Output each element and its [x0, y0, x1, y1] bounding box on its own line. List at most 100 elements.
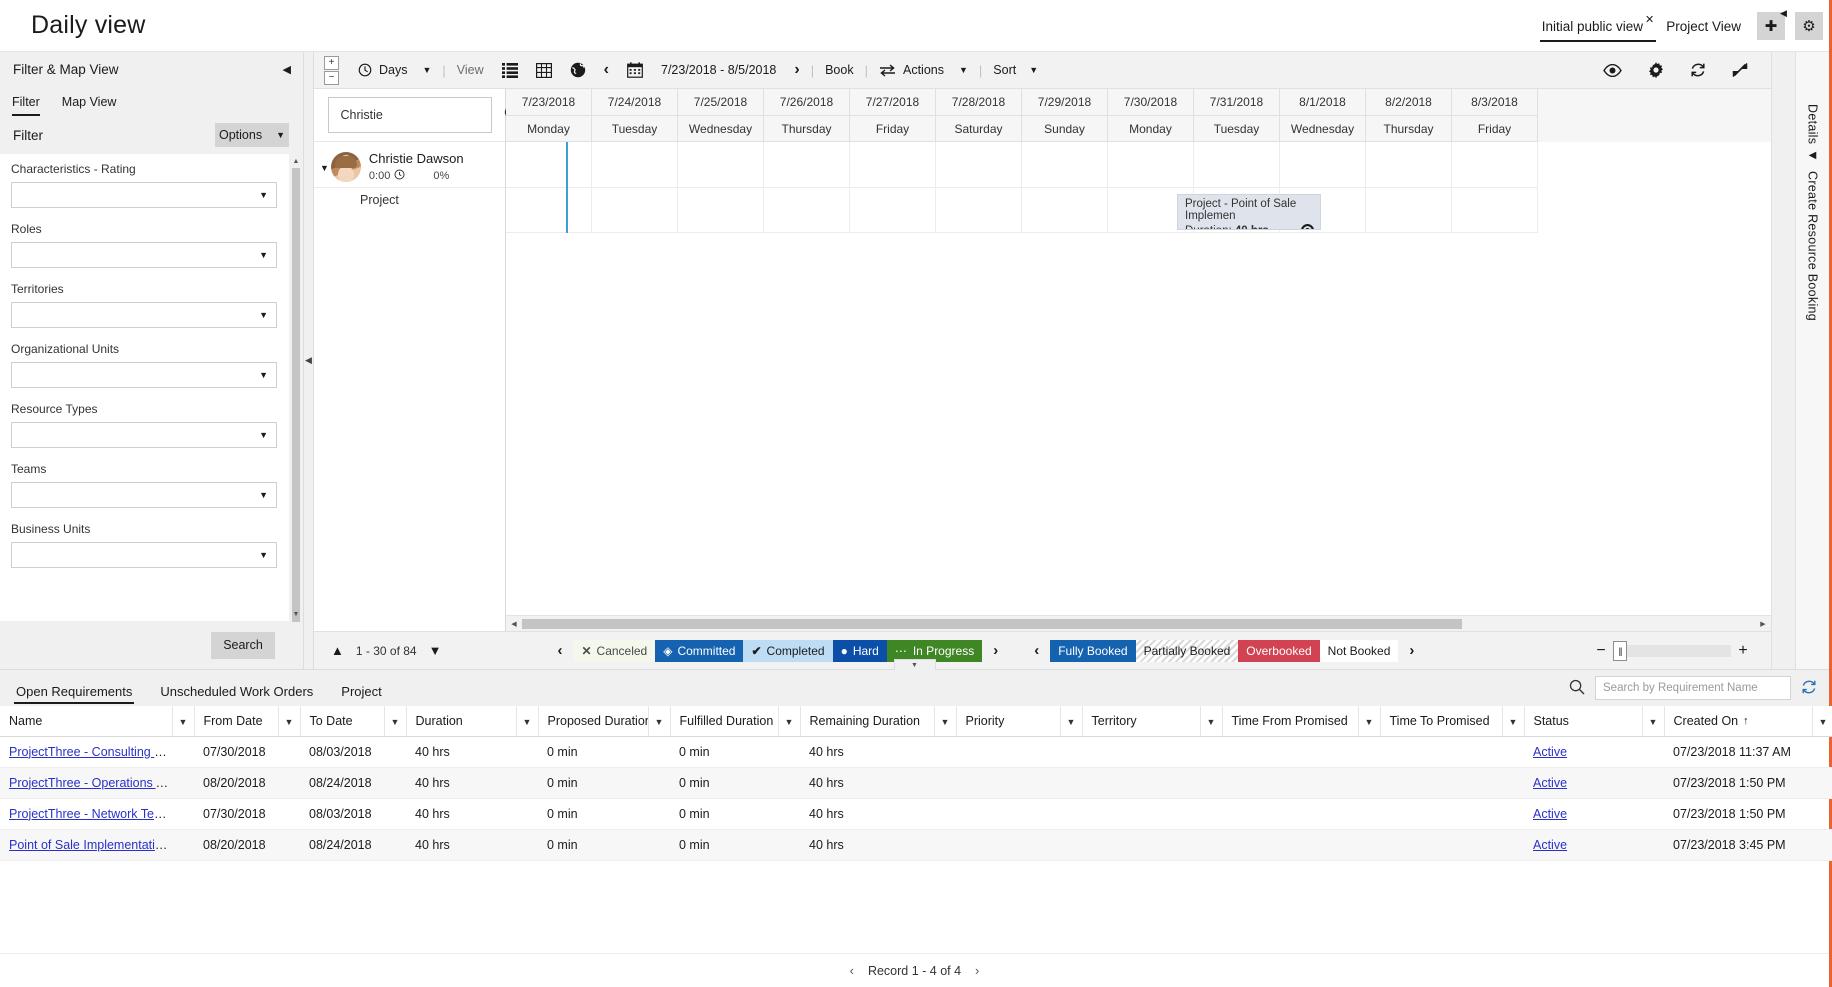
filter-icon[interactable]: ▼ [1642, 706, 1664, 736]
schedule-lane[interactable] [506, 142, 1771, 188]
legend-chip-committed[interactable]: ◈ Committed [655, 640, 743, 662]
expand-resource-icon[interactable]: ▼ [320, 163, 329, 173]
territories-select[interactable]: ▼ [11, 302, 277, 328]
status-link[interactable]: Active [1533, 745, 1567, 759]
previous-record-icon[interactable]: ‹ [850, 963, 854, 978]
schedule-cell[interactable] [850, 142, 936, 188]
roles-select[interactable]: ▼ [11, 242, 277, 268]
table-row[interactable]: ProjectThree - Operations Analyst 08/20/… [0, 767, 1832, 798]
col-time-to-promised[interactable]: Time To Promised [1380, 706, 1502, 736]
map-view-icon[interactable] [561, 52, 595, 89]
visibility-eye-icon[interactable] [1590, 52, 1635, 89]
create-resource-booking-label[interactable]: Create Resource Booking [1806, 171, 1820, 321]
resource-row[interactable]: ▼ Christie Dawson 0:00 0% [314, 142, 505, 188]
schedule-cell[interactable] [1022, 188, 1108, 233]
gear-icon[interactable]: ⚙ [1795, 12, 1823, 40]
zoom-out-button[interactable]: − [1589, 642, 1613, 660]
col-to-date[interactable]: To Date [300, 706, 384, 736]
details-label[interactable]: Details [1806, 104, 1820, 144]
tab-map-view[interactable]: Map View [62, 95, 117, 116]
options-button[interactable]: Options ▼ [215, 123, 289, 147]
table-row[interactable]: ProjectThree - Network Technician 07/30/… [0, 798, 1832, 829]
gear-icon[interactable] [1635, 52, 1677, 89]
scrollbar-track[interactable] [522, 616, 1755, 632]
scroll-right-icon[interactable]: ▶ [1755, 620, 1771, 628]
legend-chip-fully-booked[interactable]: Fully Booked [1050, 640, 1135, 662]
scrollbar-thumb[interactable] [292, 168, 300, 622]
schedule-cell[interactable] [1280, 142, 1366, 188]
schedule-cell[interactable] [764, 188, 850, 233]
collapse-bottom-panel-icon[interactable]: ▼ [894, 659, 936, 670]
page-up-icon[interactable]: ▲ [331, 643, 344, 658]
legend-chip-completed[interactable]: ✔ Completed [743, 640, 832, 662]
zoom-in-button[interactable]: + [1731, 642, 1755, 660]
characteristics-rating-select[interactable]: ▼ [11, 182, 277, 208]
cell-name[interactable]: ProjectThree - Network Technician [0, 798, 172, 829]
chevron-left-icon[interactable]: ◀ [1809, 150, 1817, 161]
zoom-slider[interactable]: || [1613, 645, 1731, 657]
filter-panel-scrollbar[interactable]: ▲ ▼ [289, 154, 303, 621]
requirement-search-input[interactable] [1595, 676, 1791, 700]
search-button[interactable]: Search [211, 632, 275, 659]
requirement-link[interactable]: ProjectThree - Network Technician [9, 807, 172, 821]
legend-chip-overbooked[interactable]: Overbooked [1238, 640, 1319, 662]
schedule-cell[interactable] [1022, 142, 1108, 188]
next-record-icon[interactable]: › [975, 963, 979, 978]
grid-view-icon[interactable] [527, 52, 561, 89]
col-time-from-promised[interactable]: Time From Promised [1222, 706, 1358, 736]
schedule-cell[interactable] [1108, 142, 1194, 188]
col-remaining-duration[interactable]: Remaining Duration [800, 706, 934, 736]
date-range-label[interactable]: 7/23/2018 - 8/5/2018 [652, 52, 785, 89]
filter-icon[interactable]: ▼ [1358, 706, 1380, 736]
days-dropdown[interactable]: Days ▼ [349, 52, 440, 89]
fullscreen-icon[interactable] [1719, 52, 1761, 89]
booking-legend-next-icon[interactable]: › [1398, 642, 1425, 659]
legend-prev-icon[interactable]: ‹ [546, 642, 573, 659]
panel-splitter[interactable]: ◀ [304, 52, 314, 669]
cell-status[interactable]: Active [1524, 767, 1642, 798]
schedule-cell[interactable] [1366, 188, 1452, 233]
organizational-units-select[interactable]: ▼ [11, 362, 277, 388]
tab-project[interactable]: Project [339, 670, 383, 706]
filter-icon[interactable]: ▼ [384, 706, 406, 736]
requirement-link[interactable]: ProjectThree - Operations Analyst [9, 776, 172, 790]
collapse-right-icon[interactable]: ◀ [1780, 8, 1787, 19]
page-down-icon[interactable]: ▼ [429, 643, 442, 658]
legend-chip-partially-booked[interactable]: Partially Booked [1136, 640, 1239, 662]
book-button[interactable]: Book [816, 52, 863, 89]
resource-search-box[interactable] [328, 97, 492, 133]
schedule-cell[interactable] [936, 142, 1022, 188]
filter-icon[interactable]: ▼ [1200, 706, 1222, 736]
cell-status[interactable]: Active [1524, 798, 1642, 829]
tab-unscheduled-work-orders[interactable]: Unscheduled Work Orders [158, 670, 315, 706]
schedule-cell[interactable] [506, 142, 592, 188]
filter-icon[interactable]: ▼ [1812, 706, 1832, 736]
col-from-date[interactable]: From Date [194, 706, 278, 736]
legend-chip-not-booked[interactable]: Not Booked [1320, 640, 1399, 662]
filter-icon[interactable]: ▼ [648, 706, 670, 736]
refresh-icon[interactable] [1801, 679, 1817, 698]
filter-icon[interactable]: ▼ [172, 706, 194, 736]
zoom-slider-handle[interactable]: || [1613, 641, 1627, 661]
table-row[interactable]: Point of Sale Implementation - O... 08/2… [0, 829, 1832, 860]
collapse-rows-button[interactable]: − [324, 71, 339, 85]
previous-period-button[interactable]: ‹ [595, 52, 618, 89]
col-name[interactable]: Name [0, 706, 172, 736]
cell-name[interactable]: ProjectThree - Operations Analyst [0, 767, 172, 798]
next-period-button[interactable]: › [785, 52, 808, 89]
scrollbar-thumb[interactable] [522, 619, 1462, 629]
col-duration[interactable]: Duration [406, 706, 516, 736]
schedule-lane[interactable] [506, 188, 1771, 233]
tab-initial-public-view[interactable]: Initial public view ✕ [1536, 0, 1661, 52]
schedule-cell[interactable] [764, 142, 850, 188]
col-territory[interactable]: Territory [1082, 706, 1200, 736]
scroll-left-icon[interactable]: ◀ [506, 620, 522, 628]
col-created-on[interactable]: Created On↑ [1664, 706, 1812, 736]
schedule-cell[interactable] [936, 188, 1022, 233]
col-fulfilled-duration[interactable]: Fulfilled Duration [670, 706, 778, 736]
status-link[interactable]: Active [1533, 807, 1567, 821]
requirement-link[interactable]: ProjectThree - Consulting Lead [9, 745, 172, 759]
calendar-picker-icon[interactable] [618, 52, 652, 89]
filter-icon[interactable]: ▼ [934, 706, 956, 736]
cell-name[interactable]: Point of Sale Implementation - O... [0, 829, 172, 860]
